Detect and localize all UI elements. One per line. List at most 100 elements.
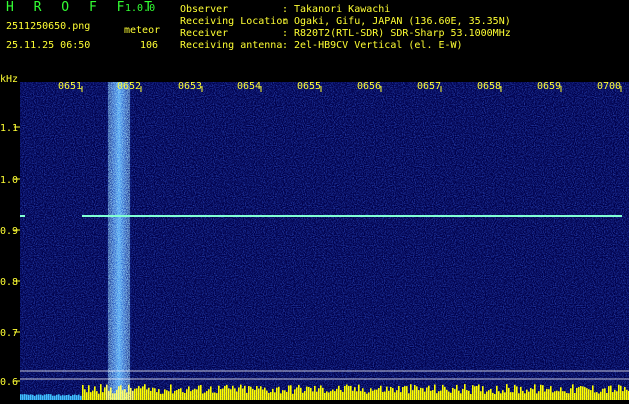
noise-bar — [120, 385, 122, 400]
y-tick-label: 1.1 — [0, 123, 18, 134]
noise-bar — [406, 386, 408, 400]
file-name: 2511250650.png — [6, 21, 91, 32]
noise-bar — [602, 388, 604, 400]
noise-bar — [108, 390, 110, 400]
noise-bar — [354, 387, 356, 400]
noise-bar — [336, 388, 338, 400]
noise-bar — [210, 386, 212, 400]
noise-bar — [562, 391, 564, 400]
noise-bar — [258, 388, 260, 400]
noise-bar — [156, 392, 158, 400]
noise-bar — [68, 394, 70, 400]
noise-bar — [444, 386, 446, 400]
noise-bar — [212, 392, 214, 400]
mode-label: meteor — [124, 25, 161, 36]
noise-bar — [384, 391, 386, 400]
noise-bar — [198, 385, 200, 400]
noise-bar — [608, 386, 610, 400]
noise-bar — [124, 389, 126, 400]
info-colon: : — [282, 40, 289, 51]
noise-bar — [400, 392, 402, 400]
noise-bar — [152, 387, 154, 400]
noise-bar — [134, 388, 136, 400]
noise-bar — [518, 393, 520, 400]
y-tick-label: 0.7 — [0, 328, 18, 339]
noise-bar — [84, 389, 86, 400]
noise-bar — [214, 392, 216, 400]
noise-bar — [494, 393, 496, 400]
x-tick-label: 0657 — [417, 81, 441, 92]
noise-bar — [624, 386, 626, 400]
info-label-location: Receiving Location — [180, 16, 289, 27]
noise-bar — [256, 386, 258, 400]
noise-bar — [72, 394, 74, 400]
noise-bar — [264, 387, 266, 400]
noise-bar — [36, 394, 38, 400]
noise-bar — [106, 384, 108, 400]
noise-bar — [402, 387, 404, 400]
x-tick-label: 0651 — [58, 81, 82, 92]
y-axis-unit: kHz — [0, 74, 18, 85]
noise-bar — [498, 391, 500, 400]
noise-bar — [590, 390, 592, 400]
noise-bar — [158, 389, 160, 400]
noise-bar — [588, 389, 590, 400]
noise-bar — [582, 386, 584, 400]
noise-bar — [318, 388, 320, 400]
noise-bar — [228, 388, 230, 400]
x-tick-label: 0655 — [297, 81, 321, 92]
noise-bar — [466, 390, 468, 400]
noise-bar — [168, 391, 170, 400]
noise-bar — [566, 393, 568, 400]
noise-bar — [500, 393, 502, 400]
noise-bar — [196, 389, 198, 400]
noise-bar — [96, 391, 98, 400]
noise-bar — [48, 394, 50, 400]
noise-bar — [424, 391, 426, 400]
noise-bar — [484, 393, 486, 400]
meteor-echo-texture — [108, 82, 130, 400]
datetime-label: 25.11.25 06:50 — [6, 40, 91, 51]
noise-bar — [428, 385, 430, 400]
noise-bar — [54, 395, 56, 400]
noise-bar — [60, 395, 62, 400]
noise-bar — [282, 390, 284, 400]
noise-bar — [332, 389, 334, 400]
noise-bar — [616, 391, 618, 400]
noise-bar — [480, 391, 482, 400]
noise-bar — [458, 390, 460, 400]
noise-bar — [504, 392, 506, 400]
noise-bar — [524, 393, 526, 400]
noise-bar — [162, 393, 164, 400]
noise-bar — [352, 390, 354, 400]
noise-bar — [580, 385, 582, 400]
noise-bar — [74, 394, 76, 400]
noise-bar — [464, 384, 466, 400]
noise-bar — [368, 392, 370, 400]
noise-bar — [584, 387, 586, 400]
noise-bar — [436, 393, 438, 400]
noise-bar — [472, 385, 474, 400]
noise-bar — [80, 395, 82, 400]
noise-bar — [358, 384, 360, 400]
noise-bar — [292, 393, 294, 400]
noise-bar — [58, 394, 60, 400]
noise-bar — [324, 392, 326, 400]
noise-bar — [322, 387, 324, 400]
noise-bar — [388, 390, 390, 400]
app-version: 1.0.0 — [125, 3, 156, 14]
noise-bar — [372, 390, 374, 400]
noise-bar — [22, 394, 24, 400]
noise-bar — [272, 388, 274, 400]
noise-bar — [88, 385, 90, 400]
noise-bar — [94, 386, 96, 400]
y-tick-label: 0.9 — [0, 226, 18, 237]
noise-bar — [532, 389, 534, 400]
noise-bar — [572, 384, 574, 400]
noise-bar — [126, 392, 128, 400]
noise-bar — [206, 391, 208, 400]
noise-bar — [420, 387, 422, 400]
noise-bar — [34, 395, 36, 400]
noise-bar — [244, 385, 246, 400]
noise-bar — [220, 389, 222, 400]
